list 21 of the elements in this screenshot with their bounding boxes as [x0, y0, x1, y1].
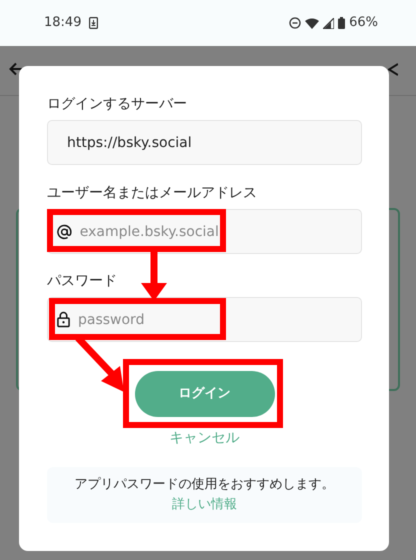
login-button[interactable]: ログイン: [134, 371, 274, 417]
arrow: [141, 252, 167, 301]
download-icon: [89, 17, 98, 29]
notice-text: アプリパスワードの使用をおすすめします。: [74, 476, 336, 494]
back-icon[interactable]: [9, 62, 23, 76]
signal-icon: [323, 18, 334, 28]
field-label: ユーザー名またはメールアドレス: [47, 184, 258, 203]
text-input[interactable]: password: [78, 298, 347, 341]
field-label: パスワード: [47, 272, 118, 291]
at-sign-icon: [57, 224, 72, 240]
wifi-icon: [305, 18, 320, 28]
battery-percentage: 66%: [349, 14, 378, 32]
close-icon[interactable]: [388, 63, 398, 76]
field-label: ログインするサーバー: [47, 95, 188, 114]
battery-icon: [338, 17, 346, 29]
cancel-link[interactable]: キャンセル: [170, 428, 240, 449]
clock-time: 18:49: [44, 14, 82, 32]
learn-more-link[interactable]: 詳しい情報: [172, 497, 237, 512]
text-input[interactable]: example.bsky.social: [80, 210, 347, 253]
do-not-disturb-icon: [289, 17, 302, 29]
lock-icon: [57, 311, 70, 328]
